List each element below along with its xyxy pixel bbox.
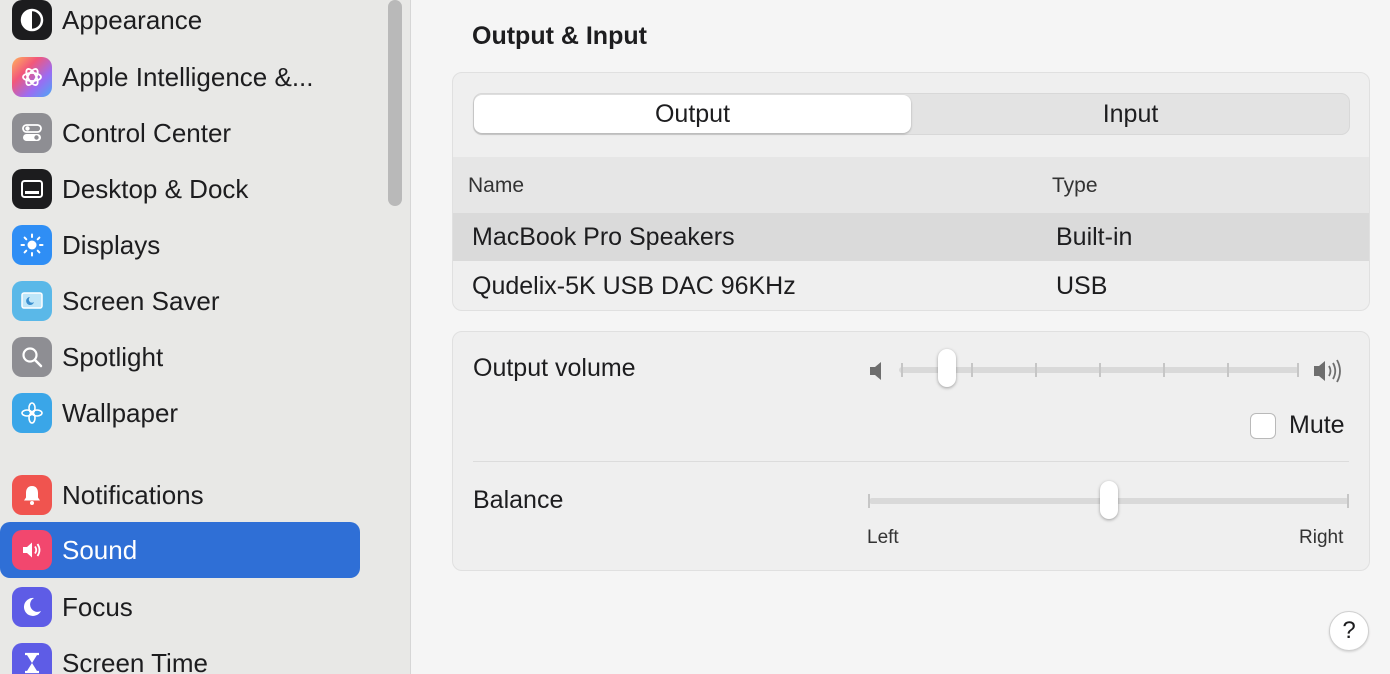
sidebar-item-label: Wallpaper [62,397,179,428]
output-input-segmented-control: Output Input [473,93,1350,135]
volume-slider-knob[interactable] [938,349,956,387]
sidebar-item-sound[interactable]: Sound [0,522,360,578]
spotlight-icon [12,337,52,377]
help-button[interactable]: ? [1329,611,1369,651]
sidebar-item-label: Control Center [62,117,232,148]
sidebar-item-displays[interactable]: Displays [0,217,360,273]
volume-tick [1297,363,1299,377]
sidebar-item-label: Displays [62,229,161,260]
volume-tick [1163,363,1165,377]
device-table-header: Name Type [453,157,1369,213]
sidebar-item-notifications[interactable]: Notifications [0,467,360,523]
device-type: USB [1056,272,1108,300]
controls-card: Output volume Mute Balance Left Right [452,331,1370,571]
volume-high-icon [1314,359,1341,383]
balance-slider-knob[interactable] [1100,481,1118,519]
tab-input[interactable]: Input [912,95,1349,133]
sidebar-item-label: Screen Time [62,647,208,674]
table-row[interactable]: MacBook Pro Speakers Built-in [453,213,1369,261]
sidebar: Appearance Apple Intelligence &... Contr… [0,0,411,674]
wallpaper-icon [12,393,52,433]
desktop-dock-icon [12,169,52,209]
sidebar-scrollbar[interactable] [388,0,402,206]
sidebar-item-label: Spotlight [62,341,164,372]
sidebar-item-label: Sound [62,534,138,565]
sidebar-item-label: Screen Saver [62,285,220,316]
balance-tick [1347,494,1349,508]
volume-tick [971,363,973,377]
volume-tick [1227,363,1229,377]
sidebar-item-label: Appearance [62,4,203,35]
balance-label: Balance [473,486,564,514]
volume-low-icon [870,362,881,380]
sidebar-item-label: Desktop & Dock [62,173,249,204]
displays-icon [12,225,52,265]
table-row[interactable]: Qudelix-5K USB DAC 96KHz USB [453,262,1369,310]
sidebar-item-desktop-dock[interactable]: Desktop & Dock [0,161,360,217]
sidebar-item-label: Notifications [62,479,204,510]
sidebar-item-spotlight[interactable]: Spotlight [0,329,360,385]
balance-right-label: Right [1299,527,1344,548]
sidebar-item-wallpaper[interactable]: Wallpaper [0,385,360,441]
sidebar-item-focus[interactable]: Focus [0,579,360,635]
balance-left-label: Left [867,527,899,548]
screen-time-icon [12,643,52,674]
sound-icon [12,530,52,570]
tab-output[interactable]: Output [474,95,911,133]
control-center-icon [12,113,52,153]
volume-tick [1099,363,1101,377]
mute-checkbox[interactable] [1250,413,1276,439]
devices-card: Output Input Name Type MacBook Pro Speak… [452,72,1370,311]
notifications-icon [12,475,52,515]
divider [473,461,1349,462]
sidebar-item-screen-time[interactable]: Screen Time [0,635,360,674]
column-header-type[interactable]: Type [1052,174,1098,198]
device-name: MacBook Pro Speakers [472,223,735,251]
screen-saver-icon [12,281,52,321]
sidebar-item-appearance[interactable]: Appearance [0,0,360,48]
main-content: Output & Input Output Input Name Type Ma… [411,0,1390,674]
mute-label: Mute [1289,411,1345,439]
appearance-icon [12,0,52,40]
sidebar-item-control-center[interactable]: Control Center [0,105,360,161]
output-volume-label: Output volume [473,354,636,382]
sidebar-item-apple-intelligence[interactable]: Apple Intelligence &... [0,49,360,105]
volume-tick [901,363,903,377]
sidebar-item-label: Apple Intelligence &... [62,61,314,92]
device-type: Built-in [1056,223,1133,251]
column-header-name[interactable]: Name [468,174,524,198]
balance-tick [868,494,870,508]
section-title: Output & Input [472,22,647,50]
volume-tick [1035,363,1037,377]
focus-icon [12,587,52,627]
apple-intelligence-icon [12,57,52,97]
sidebar-item-label: Focus [62,591,133,622]
sidebar-item-screen-saver[interactable]: Screen Saver [0,273,360,329]
device-name: Qudelix-5K USB DAC 96KHz [472,272,796,300]
